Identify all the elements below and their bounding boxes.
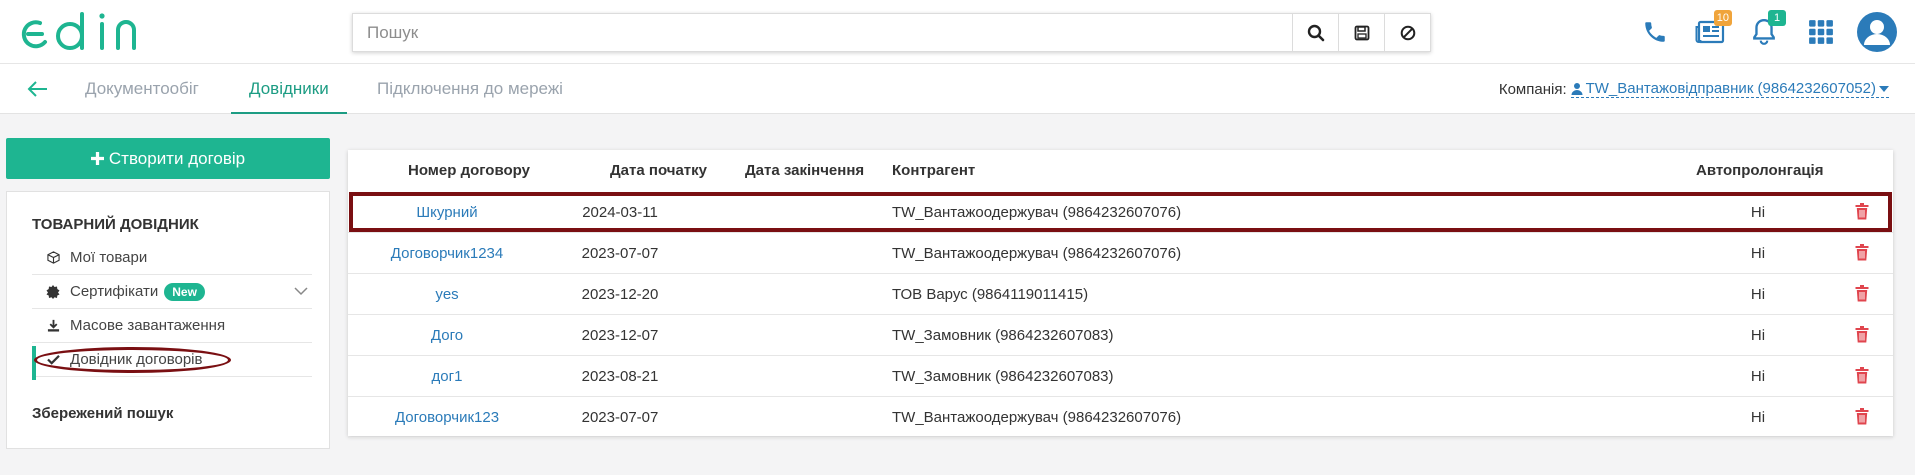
- delete-trash-icon[interactable]: [1855, 326, 1869, 343]
- sidebar-panel: ТОВАРНИЙ ДОВІДНИК Мої товари Сертифікати…: [6, 191, 330, 449]
- cert-icon: [46, 284, 60, 299]
- top-header: 10 1: [0, 0, 1915, 64]
- start-date-cell: 2023-12-07: [581, 327, 659, 344]
- search-input[interactable]: [353, 14, 1292, 51]
- bell-badge: 1: [1768, 10, 1786, 26]
- active-item-indicator: [32, 346, 36, 380]
- column-header-start-date[interactable]: Дата початку: [610, 162, 707, 179]
- contract-number-link[interactable]: Договорчик123: [348, 409, 546, 426]
- autoprolong-cell: Ні: [1750, 286, 1766, 303]
- create-contract-label: Створити договір: [108, 148, 246, 168]
- delete-trash-icon[interactable]: [1855, 408, 1869, 425]
- column-header-contractor[interactable]: Контрагент: [892, 162, 975, 179]
- company-selector[interactable]: Компанія: TW_Вантажовідправник (98642326…: [1499, 80, 1889, 98]
- contract-number-link[interactable]: дог1: [348, 368, 546, 385]
- saved-search-title[interactable]: Збережений пошук: [32, 405, 173, 422]
- column-header-number[interactable]: Номер договору: [408, 162, 530, 179]
- tab-network-connection[interactable]: Підключення до мережі: [359, 64, 581, 114]
- table-row[interactable]: yes 2023-12-20 ТОВ Варус (9864119011415) Ні: [348, 274, 1893, 315]
- navigation-tabs: Документообіг Довідники Підключення до м…: [0, 64, 1915, 114]
- apps-menu-button[interactable]: [1803, 14, 1839, 50]
- start-date-cell: 2023-12-20: [581, 286, 659, 303]
- column-header-autoprolongation[interactable]: Автопролонгація: [1696, 162, 1823, 179]
- contractor-cell: TW_Замовник (9864232607083): [892, 327, 1114, 344]
- sidebar-item-label: Сертифікати: [70, 283, 159, 300]
- contract-number-link[interactable]: Договорчик1234: [348, 245, 546, 262]
- save-icon: [1354, 25, 1369, 40]
- chevron-down-icon[interactable]: [294, 287, 308, 296]
- table-row[interactable]: дог1 2023-08-21 TW_Замовник (9864232607083…: [348, 356, 1893, 397]
- highlight-annotation-row: [349, 192, 1892, 232]
- edin-logo[interactable]: [18, 12, 158, 54]
- table-row[interactable]: Дого 2023-12-07 TW_Замовник (9864232607083…: [348, 315, 1893, 356]
- highlight-annotation-oval: [34, 347, 231, 373]
- column-header-end-date[interactable]: Дата закінчення: [745, 162, 864, 179]
- tab-document-flow[interactable]: Документообіг: [67, 64, 217, 114]
- start-date-cell: 2023-07-07: [581, 409, 659, 426]
- sidebar-item-certificates[interactable]: Сертифікати New: [32, 275, 312, 309]
- new-badge: New: [164, 282, 205, 301]
- table-row[interactable]: Договорчик1234 2023-07-07 TW_Вантажоодержу…: [348, 233, 1893, 274]
- cancel-icon: [1400, 25, 1415, 40]
- search-button[interactable]: [1292, 14, 1338, 51]
- box-icon: [46, 251, 60, 265]
- contract-number-link[interactable]: yes: [348, 286, 546, 303]
- company-value: TW_Вантажовідправник (9864232607052): [1585, 80, 1876, 97]
- delete-trash-icon[interactable]: [1855, 285, 1869, 302]
- sidebar-item-label: Мої товари: [70, 249, 148, 266]
- save-search-button[interactable]: [1338, 14, 1384, 51]
- news-badge: 10: [1713, 10, 1732, 26]
- tab-directories[interactable]: Довідники: [231, 64, 347, 114]
- start-date-cell: 2023-07-07: [581, 245, 659, 262]
- delete-trash-icon[interactable]: [1855, 244, 1869, 261]
- news-button[interactable]: 10: [1692, 10, 1732, 50]
- autoprolong-cell: Ні: [1750, 245, 1766, 262]
- phone-button[interactable]: [1637, 14, 1673, 50]
- user-menu-button[interactable]: [1855, 10, 1899, 54]
- delete-trash-icon[interactable]: [1855, 367, 1869, 384]
- sidebar-section-title: ТОВАРНИЙ ДОВІДНИК: [32, 216, 199, 233]
- autoprolong-cell: Ні: [1750, 409, 1766, 426]
- autoprolong-cell: Ні: [1750, 368, 1766, 385]
- create-contract-button[interactable]: Створити договір: [6, 138, 330, 179]
- back-arrow-icon[interactable]: [26, 79, 50, 99]
- download-icon: [46, 319, 60, 333]
- search-bar: [352, 13, 1431, 52]
- caret-down-icon: [1879, 85, 1889, 92]
- contract-number-link[interactable]: Дого: [348, 327, 546, 344]
- contractor-cell: ТОВ Варус (9864119011415): [892, 286, 1089, 303]
- search-icon: [1307, 24, 1324, 41]
- company-label: Компанія:: [1498, 80, 1567, 98]
- table-row[interactable]: Договорчик123 2023-07-07 TW_Вантажоодержув…: [348, 397, 1893, 438]
- sidebar-item-my-goods[interactable]: Мої товари: [32, 241, 312, 275]
- contractor-cell: TW_Вантажоодержувач (9864232607076): [892, 409, 1182, 426]
- contractor-cell: TW_Замовник (9864232607083): [892, 368, 1114, 385]
- plus-icon: [90, 152, 104, 165]
- sidebar-item-label: Масове завантаження: [70, 317, 226, 334]
- phone-icon: [1645, 22, 1665, 42]
- start-date-cell: 2023-08-21: [581, 368, 659, 385]
- user-avatar-icon: [1857, 12, 1897, 52]
- sidebar-item-bulk-upload[interactable]: Масове завантаження: [32, 309, 312, 343]
- contractor-cell: TW_Вантажоодержувач (9864232607076): [892, 245, 1182, 262]
- clear-search-button[interactable]: [1384, 14, 1430, 51]
- user-icon: [1571, 83, 1583, 95]
- apps-grid-icon: [1809, 20, 1833, 44]
- notifications-button[interactable]: 1: [1746, 10, 1786, 50]
- autoprolong-cell: Ні: [1750, 327, 1766, 344]
